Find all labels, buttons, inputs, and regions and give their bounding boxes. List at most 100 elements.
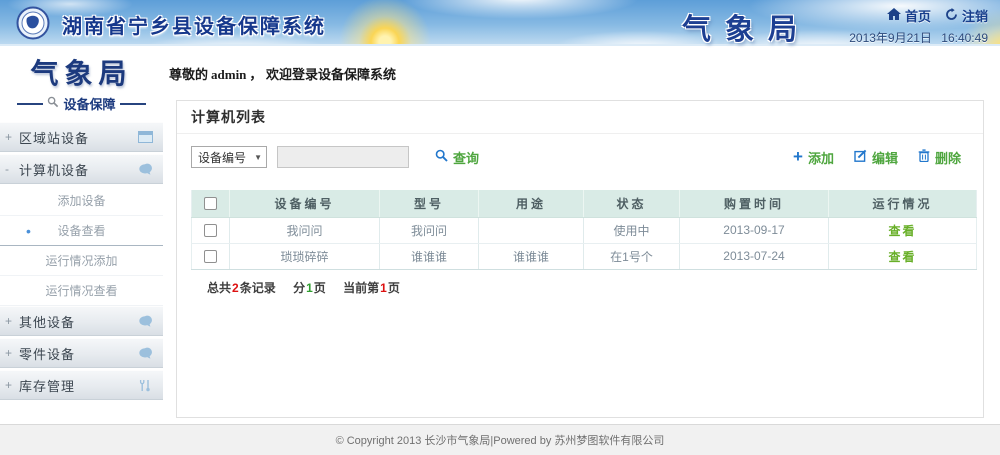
sidebar-item-label: 零件设备 [15,344,137,363]
home-link[interactable]: 首页 [887,6,931,25]
add-button-label: 添加 [808,148,834,167]
bureau-brand: 气象局 [682,6,811,48]
window-icon [137,130,153,144]
logout-icon [945,8,958,24]
pagination-text: 分 [293,281,305,295]
submenu-item-view-device[interactable]: • 设备查看 [0,216,163,246]
submenu-item-add-status[interactable]: 运行情况添加 [0,246,163,276]
submenu-item-view-status[interactable]: 运行情况查看 [0,276,163,306]
submenu-label: 设备查看 [57,224,105,238]
search-field-selected-option: 设备编号 [198,149,254,166]
sidebar-menu: + 区域站设备 - 计算机设备 添加设备 • 设备查看 [0,122,163,400]
logout-link[interactable]: 注销 [945,6,988,25]
logout-link-label: 注销 [962,6,988,25]
expand-plus-icon: + [5,130,15,144]
toolbar: 设备编号 ▼ 查询 + 添加 [191,144,969,170]
sidebar-item-label: 其他设备 [15,312,137,331]
cell-purchase-date: 2013-09-17 [680,217,829,243]
select-all-checkbox[interactable] [204,197,217,210]
current-time: 16:40:49 [941,31,988,45]
greeting-suffix: ， 欢迎登录设备保障系统 [249,67,396,82]
cell-purchase-date: 2013-07-24 [680,243,829,269]
pagination: 总共2条记录 分1页 当前第1页 [207,279,955,296]
home-link-label: 首页 [905,6,931,25]
view-link[interactable]: 查看 [888,224,916,238]
sidebar: 气象局 设备保障 + 区域站设备 - 计算机设备 [0,48,163,424]
table-header-row: 设备编号 型号 用途 状态 购置时间 运行情况 [192,190,977,217]
search-field-select[interactable]: 设备编号 ▼ [191,146,267,168]
row-checkbox[interactable] [204,224,217,237]
cell-model: 我问问 [380,217,479,243]
footer: © Copyright 2013 长沙市气象局|Powered by 苏州梦图软… [0,424,1000,455]
query-button-label: 查询 [453,148,479,167]
sidebar-item-region-station[interactable]: + 区域站设备 [0,122,163,152]
expand-plus-icon: + [5,378,15,392]
view-link[interactable]: 查看 [888,250,916,264]
expand-plus-icon: + [5,314,15,328]
edit-icon [854,149,867,165]
sidebar-item-inventory[interactable]: + 库存管理 [0,370,163,400]
pagination-text: 页 [314,281,326,295]
cell-model: 谁谁谁 [380,243,479,269]
delete-button-label: 删除 [935,148,961,167]
submenu-label: 运行情况添加 [45,254,117,268]
system-title: 湖南省宁乡县设备保障系统 [62,10,326,39]
expand-plus-icon: + [5,346,15,360]
magnifier-icon [47,95,59,113]
current-date: 2013年9月21日 [849,31,932,45]
sidebar-item-label: 区域站设备 [15,128,137,147]
tools-icon [137,378,153,392]
chevron-down-icon: ▼ [254,153,262,162]
query-button[interactable]: 查询 [435,148,479,167]
add-button[interactable]: + 添加 [793,148,834,167]
sidebar-logo-subtitle: 设备保障 [63,94,115,113]
search-icon [435,149,448,165]
panel-title: 计算机列表 [177,101,983,134]
plus-icon: + [793,150,803,164]
sidebar-item-computer[interactable]: - 计算机设备 [0,154,163,184]
device-table-wrap: 设备编号 型号 用途 状态 购置时间 运行情况 我问问 我问问 [191,190,969,296]
cell-device-no: 我问问 [230,217,380,243]
collapse-minus-icon: - [5,162,15,176]
pagination-text: 当前第 [343,281,379,295]
col-header-run-status: 运行情况 [829,190,977,217]
sidebar-item-other-devices[interactable]: + 其他设备 [0,306,163,336]
trash-icon [918,149,930,165]
submenu-label: 添加设备 [57,194,105,208]
table-row: 琐琐碎碎 谁谁谁 谁谁谁 在1号个 2013-07-24 查看 [192,243,977,269]
divider-line [120,103,146,105]
home-icon [887,8,901,23]
cell-status: 使用中 [584,217,680,243]
pagination-text: 总共 [207,281,231,295]
row-checkbox[interactable] [204,250,217,263]
cell-device-no: 琐琐碎碎 [230,243,380,269]
total-records-count: 2 [231,281,240,295]
active-bullet-icon: • [26,216,31,246]
sidebar-item-label: 库存管理 [15,376,137,395]
top-header: 湖南省宁乡县设备保障系统 气象局 首页 注销 2013年9月21日 [0,0,1000,46]
sidebar-item-parts[interactable]: + 零件设备 [0,338,163,368]
chat-icon [137,162,153,176]
welcome-message: 尊敬的admin， 欢迎登录设备保障系统 [163,48,1000,83]
edit-button[interactable]: 编辑 [854,148,898,167]
col-header-device-no: 设备编号 [230,190,380,217]
search-input[interactable] [277,146,409,168]
submenu-label: 运行情况查看 [45,284,117,298]
divider-line [17,103,43,105]
cell-usage [479,217,584,243]
col-header-status: 状态 [584,190,680,217]
copyright-text: © Copyright 2013 长沙市气象局|Powered by 苏州梦图软… [336,432,665,448]
page: 湖南省宁乡县设备保障系统 气象局 首页 注销 2013年9月21日 [0,0,1000,455]
submenu-item-add-device[interactable]: 添加设备 [0,186,163,216]
sidebar-logo-title: 气象局 [0,48,163,92]
delete-button[interactable]: 删除 [918,148,961,167]
current-page-number: 1 [379,281,388,295]
col-header-purchase-date: 购置时间 [680,190,829,217]
computer-submenu: 添加设备 • 设备查看 运行情况添加 运行情况查看 [0,186,163,306]
device-table: 设备编号 型号 用途 状态 购置时间 运行情况 我问问 我问问 [191,190,977,270]
main-content: 尊敬的admin， 欢迎登录设备保障系统 计算机列表 设备编号 ▼ 查询 [163,48,1000,424]
sidebar-logo: 气象局 设备保障 [0,48,163,116]
greeting-prefix: 尊敬的 [169,67,208,82]
pagination-text: 页 [388,281,400,295]
bureau-logo-icon [16,6,50,40]
